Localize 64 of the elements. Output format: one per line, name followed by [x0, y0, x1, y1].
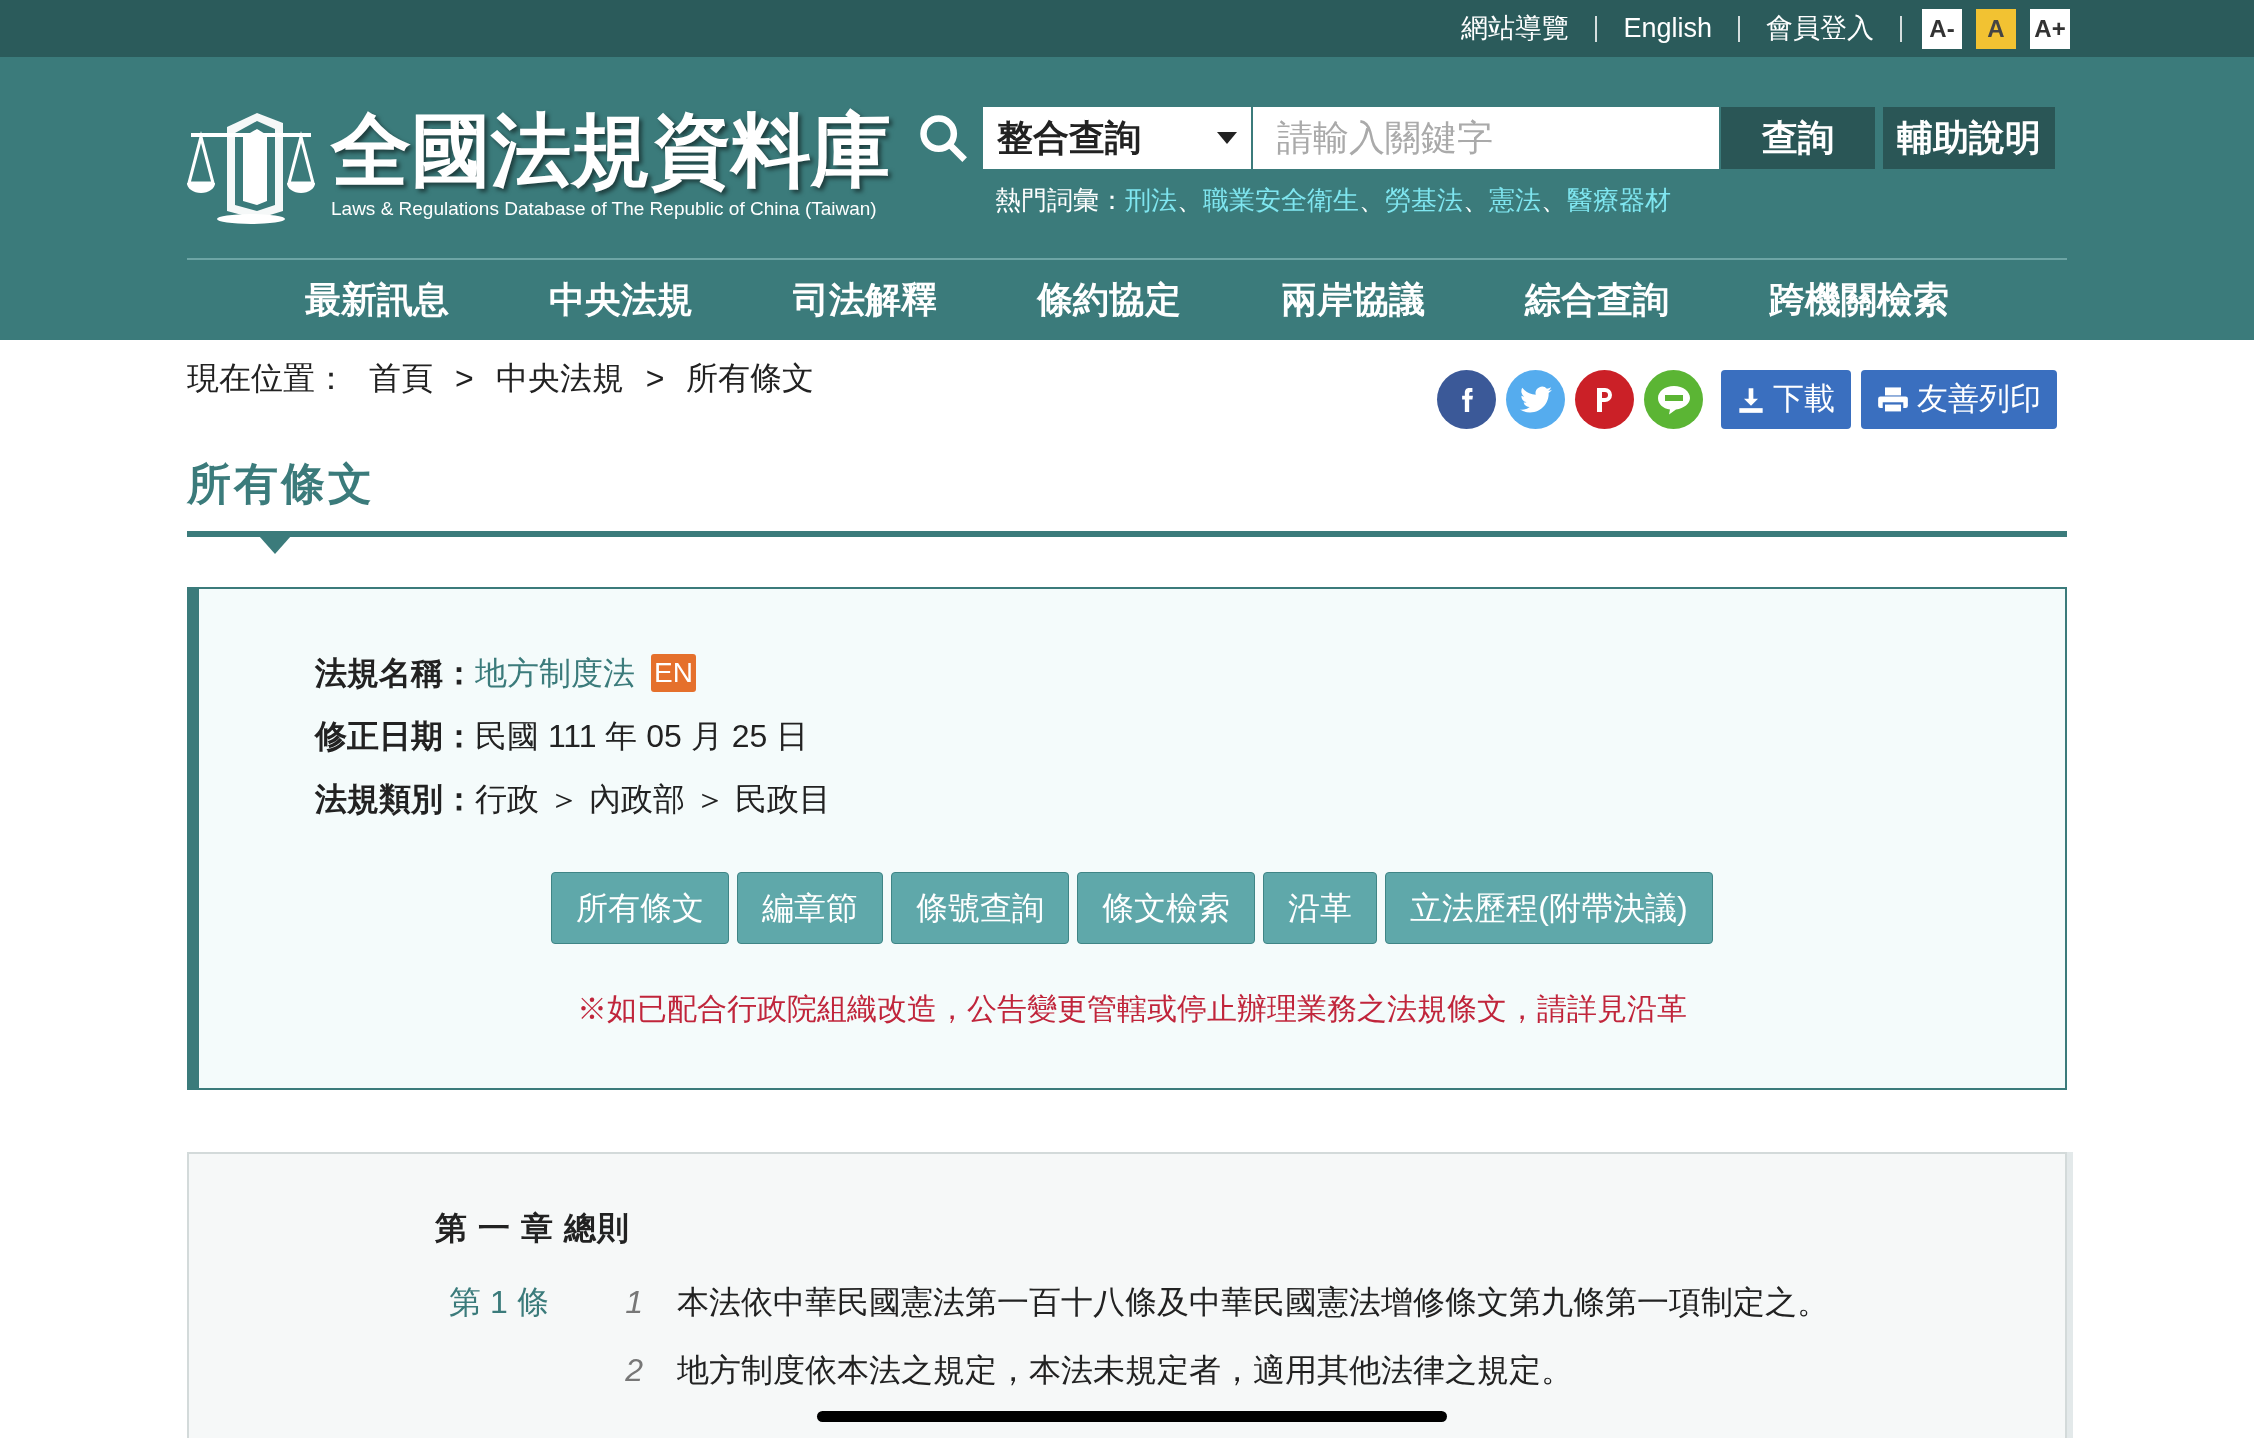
hot-term-link[interactable]: 職業安全衛生	[1203, 181, 1359, 220]
top-link[interactable]: English	[1597, 8, 1738, 49]
hot-terms-label: 熱門詞彙：	[995, 184, 1125, 217]
info-value: 行政 ＞ 內政部 ＞ 民政目	[475, 779, 831, 819]
notice-text: ※如已配合行政院組織改造，公告變更管轄或停止辦理業務之法規條文，請詳見沿革	[576, 991, 1688, 1027]
info-value: 民國 111 年 05 月 25 日	[475, 716, 809, 756]
breadcrumb-link[interactable]: 中央法規	[495, 354, 624, 402]
speech-bubble-icon	[1655, 383, 1692, 416]
caret-icon	[1217, 132, 1237, 144]
law-tab-button[interactable]: 條號查詢	[891, 872, 1070, 944]
search-field[interactable]: 請輸入關鍵字	[1253, 107, 1719, 169]
bird-icon	[1519, 385, 1552, 414]
download-button[interactable]: 下載	[1721, 370, 1851, 429]
law-tab-button[interactable]: 立法歷程(附帶決議)	[1385, 872, 1713, 944]
hot-term-link[interactable]: 勞基法	[1385, 181, 1463, 220]
language-badge[interactable]: EN	[651, 653, 696, 692]
breadcrumb-link[interactable]: 所有條文	[686, 354, 815, 402]
term-separator: 、	[1463, 184, 1489, 217]
print-button[interactable]: 友善列印	[1861, 370, 2057, 429]
font-size-button[interactable]: A	[1976, 8, 2016, 49]
law-tab-button[interactable]: 所有條文	[551, 872, 730, 944]
paragraph-number: 2	[624, 1351, 644, 1390]
paragraph-text: 本法依中華民國憲法第一百十八條及中華民國憲法增修條文第九條第一項制定之。	[677, 1283, 1829, 1322]
term-separator: 、	[1177, 184, 1203, 217]
nav-item[interactable]: 最新訊息	[305, 273, 449, 327]
font-size-button[interactable]: A+	[2030, 8, 2070, 49]
term-separator: 、	[1541, 184, 1567, 217]
law-tab-button[interactable]: 條文檢索	[1077, 872, 1256, 944]
breadcrumb-link[interactable]: 首頁	[369, 354, 433, 402]
term-separator: 、	[1359, 184, 1385, 217]
nav-item[interactable]: 條約協定	[1037, 273, 1181, 327]
paragraph-number: 1	[624, 1283, 644, 1322]
top-link[interactable]: 網站導覽	[1435, 8, 1596, 49]
article-number-link[interactable]: 第 1 條	[449, 1280, 599, 1392]
breadcrumb-separator: >	[455, 359, 474, 398]
paragraph-text: 地方制度依本法之規定，本法未規定者，適用其他法律之規定。	[677, 1351, 1573, 1390]
search-icon	[917, 112, 969, 164]
law-tab-button[interactable]: 編章節	[737, 872, 884, 944]
help-button[interactable]: 輔助說明	[1883, 107, 2055, 169]
top-link[interactable]: 會員登入	[1740, 8, 1900, 49]
law-name-link[interactable]: 地方制度法	[475, 648, 635, 697]
printer-icon	[1877, 385, 1909, 414]
search-button[interactable]: 查詢	[1721, 107, 1875, 169]
hot-term-link[interactable]: 醫療器材	[1567, 181, 1671, 220]
nav-item[interactable]: 司法解釋	[793, 273, 937, 327]
site-subtitle: Laws & Regulations Database of The Republic of China (Taiwan)	[331, 197, 878, 221]
breadcrumb-label: 現在位置：	[187, 359, 347, 398]
nav-item[interactable]: 跨機關檢索	[1769, 273, 1949, 327]
download-icon	[1737, 385, 1765, 414]
nav-item[interactable]: 綜合查詢	[1525, 273, 1669, 327]
page-title: 所有條文	[187, 458, 376, 510]
chapter-heading: 第 一 章 總則	[435, 1209, 631, 1248]
hot-term-link[interactable]: 憲法	[1489, 181, 1541, 220]
nav-item[interactable]: 兩岸協議	[1281, 273, 1425, 327]
info-label: 修正日期：	[315, 716, 475, 756]
info-label: 法規類別：	[315, 779, 475, 819]
site-title: 全國法規資料庫	[331, 105, 891, 197]
font-size-button[interactable]: A-	[1922, 8, 1962, 49]
breadcrumb-separator: >	[645, 359, 665, 398]
nav-item[interactable]: 中央法規	[549, 273, 693, 327]
info-label: 法規名稱：	[315, 653, 475, 693]
law-tab-button[interactable]: 沿革	[1263, 872, 1378, 944]
search-scope-dropdown[interactable]: 整合查詢	[983, 107, 1251, 169]
hot-term-link[interactable]: 刑法	[1125, 181, 1177, 220]
